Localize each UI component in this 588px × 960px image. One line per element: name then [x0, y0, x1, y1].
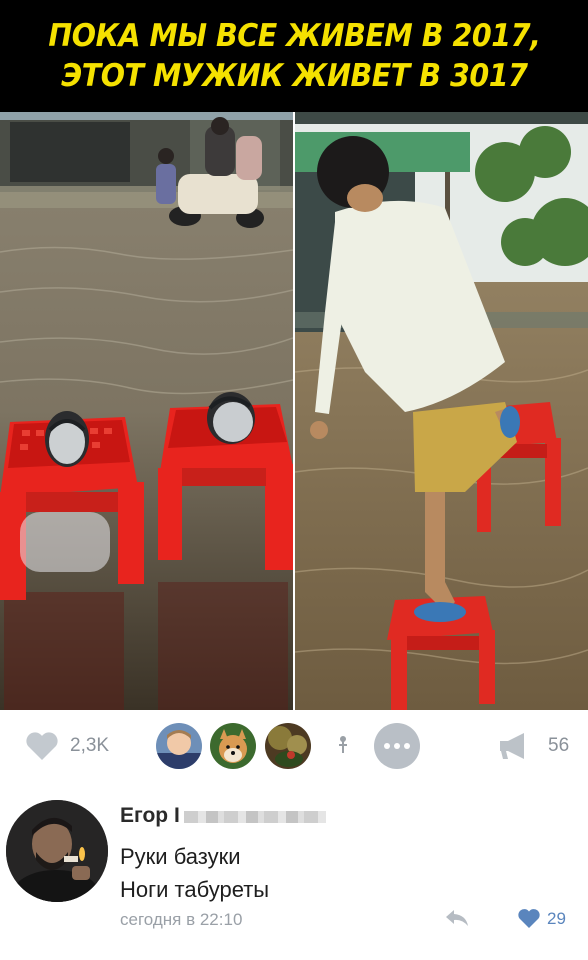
meme-caption: ПОКА МЫ ВСЕ ЖИВЕМ В 2017, ЭТОТ МУЖИК ЖИВ… [0, 0, 588, 112]
more-dots-icon [384, 743, 390, 749]
nature-avatar-image [265, 723, 311, 769]
like-button[interactable]: 2,3K [24, 731, 109, 761]
caption-line-2: ЭТОТ МУЖИК ЖИВЕТ В 3017 [60, 58, 528, 94]
comment-text-line-1: Руки базуки [120, 844, 241, 869]
heart-icon [26, 732, 58, 760]
comment-text-line-2: Ноги табуреты [120, 877, 270, 902]
megaphone-icon [500, 733, 524, 759]
comment-timestamp: сегодня в 22:10 [120, 910, 243, 929]
author-surname-redaction [183, 811, 326, 823]
pin-icon [339, 736, 347, 753]
share-count: 56 [548, 735, 570, 756]
commenter-avatar[interactable] [6, 800, 108, 902]
comment-like-button[interactable]: 29 [517, 908, 566, 929]
photo-man-on-stools[interactable] [295, 112, 588, 710]
boy-avatar-image [156, 723, 202, 769]
photo-stools-with-flipflops[interactable] [0, 112, 293, 710]
comment-author[interactable]: Егор І [120, 804, 326, 828]
shiba-dog-avatar-image [210, 723, 256, 769]
liker-avatar-2[interactable] [210, 723, 256, 769]
comment-author-name: Егор І [120, 804, 180, 827]
liker-avatar-1[interactable] [156, 723, 202, 769]
comment-like-count: 29 [547, 908, 566, 928]
like-count: 2,3K [70, 735, 110, 756]
stools-photo-illustration [0, 112, 293, 710]
post-action-bar: 2,3K 56 [0, 715, 588, 779]
comment-item: Егор І Руки базуки Ноги табуреты сегодня… [0, 792, 588, 960]
more-likers-button[interactable] [374, 723, 420, 769]
share-button[interactable]: 56 [498, 732, 569, 760]
heart-icon [518, 909, 540, 928]
man-with-lighter-avatar-image [6, 800, 108, 902]
man-photo-illustration [295, 112, 588, 710]
reply-arrow-icon[interactable] [444, 908, 470, 928]
liker-avatar-3[interactable] [265, 723, 311, 769]
caption-line-1: ПОКА МЫ ВСЕ ЖИВЕМ В 2017, [47, 18, 541, 54]
